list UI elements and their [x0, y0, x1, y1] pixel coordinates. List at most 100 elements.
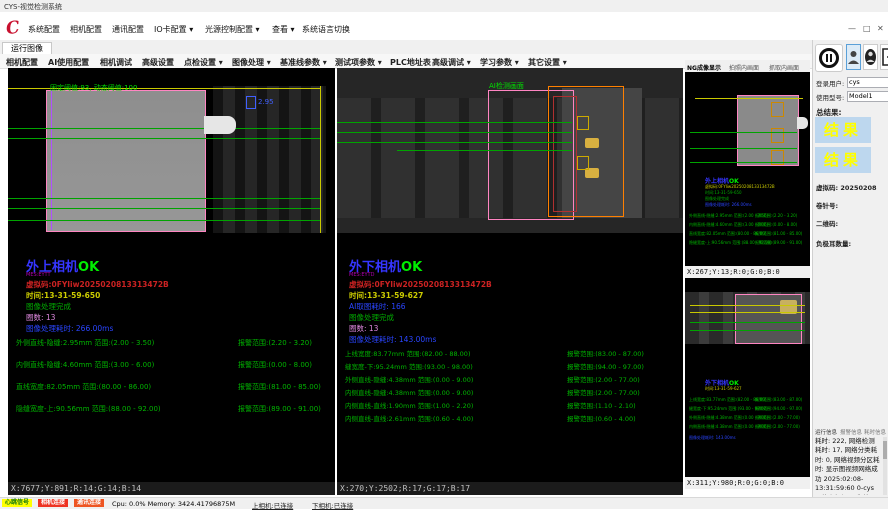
pause-button[interactable]: [815, 44, 843, 72]
alarm-range: 报警范围:(2.00 - 77.00): [567, 387, 640, 397]
info-tab-time[interactable]: 耗时信息: [864, 428, 886, 436]
tool-advanced-set[interactable]: 高级设置: [142, 57, 174, 68]
mini-row: 内侧直线-隐缝:4.38mm 范围:(0.00 - 9.00) 报警范围:(2.…: [689, 425, 809, 429]
ng-image-panel[interactable]: NG成像显示 拍照内画面 抓取内画面 外上相机OK 虚拟码:0FYIiw2025…: [685, 60, 810, 489]
mini-done: 图像处理完成: [705, 197, 729, 201]
connector-blob: [797, 117, 808, 129]
measurement-row: 隐缝宽度-上:90.56mm 范围:(88.00 - 92.00)报警范围:(8…: [16, 404, 331, 414]
measurement-row: 外侧直线-隐缝:2.95mm 范围:(2.00 - 3.50)报警范围:(2.2…: [16, 338, 331, 348]
mini-row: 外侧直线-隐缝:2.95mm 范围:(2.00 - 3.50) 报警范围:(2.…: [689, 214, 809, 218]
tool-other-set[interactable]: 其它设置 ▾: [528, 57, 567, 68]
lower-camera-link[interactable]: 下相机:已连接: [312, 500, 353, 510]
overlay-line: [690, 330, 805, 331]
measure-marker-value: 2.95: [258, 98, 274, 106]
overlay-line: [690, 132, 797, 133]
menu-language-switch[interactable]: 系统语言切换: [302, 24, 350, 35]
scrollbar-thumb[interactable]: [883, 441, 887, 459]
alarm-range: 报警范围:(0.60 - 4.00): [567, 413, 636, 423]
ng-tab-photo[interactable]: 拍照内画面: [729, 63, 759, 72]
overlay-line: [337, 122, 572, 123]
tool-adv-debug[interactable]: 高级调试 ▾: [432, 57, 471, 68]
process-done-text: 图像处理完成: [26, 301, 71, 312]
info-tab-alarm[interactable]: 报警信息: [840, 428, 862, 436]
comm-link-badge: 通讯连接: [74, 499, 104, 507]
overlay-line: [8, 138, 320, 139]
elapsed-text: 图像处理耗时: 266.00ms: [26, 323, 113, 334]
mini-elapsed: 图像处理耗时: 143.00ms: [689, 436, 736, 440]
overlay-line: [51, 90, 52, 230]
mini-row: 缝宽度-下:95.24mm 范围:(93.00 - 98.00) 报警范围:(9…: [689, 407, 809, 411]
overlay-line: [8, 208, 320, 209]
loop-count-text: 圈数: 13: [26, 312, 55, 323]
tool-camera-config[interactable]: 相机配置: [6, 57, 38, 68]
user-select-button[interactable]: [846, 44, 861, 70]
maximize-icon[interactable]: □: [863, 24, 871, 33]
mini-row: 上线宽度:83.77mm 范围:(82.00 - 88.00) 报警范围:(83…: [689, 398, 809, 402]
measure-value: 上线宽度:83.77mm 范围:(82.00 - 88.00): [345, 350, 470, 358]
logout-button[interactable]: [880, 44, 888, 70]
barcode-text: 虚拟码:0FYIiw2025020813313472B: [26, 279, 169, 290]
measure-value: 内侧直线-直线:2.61mm 范围:(0.60 - 4.00): [345, 415, 473, 423]
left-camera-panel[interactable]: 固定阈值:93, 动态阈值:100 2.95 外上相机OK MES:EYTT 虚…: [8, 68, 335, 495]
pixel-coords-readout: X:7677;Y:891;R:14;G:14;B:14: [8, 482, 335, 495]
tool-learn-param[interactable]: 学习参数 ▾: [480, 57, 519, 68]
alarm-range: 报警范围:(1.10 - 2.10): [567, 400, 636, 410]
logout-door-icon: [881, 48, 888, 66]
menu-comm-config[interactable]: 通讯配置: [112, 24, 144, 35]
marker-box-orange: [771, 102, 784, 117]
result-box-1: 结果: [815, 117, 871, 143]
mini-elapsed: 图像处理耗时: 266.00ms: [705, 203, 752, 207]
mini-row: 外侧直线-隐缝:4.38mm 范围:(0.00 - 9.00) 报警范围:(2.…: [689, 416, 809, 420]
runtime-stats-text: 耗时: 222, 网络检测耗时: 17, 网络分类耗时: 0, 网络视频分区耗时…: [815, 437, 880, 495]
alarm-range: 报警范围:(2.00 - 77.00): [567, 374, 640, 384]
menu-system-config[interactable]: 系统配置: [28, 24, 60, 35]
ng-view-bottom[interactable]: 外下相机OK 时间:13-31-59-627 上线宽度:83.77mm 范围:(…: [685, 278, 810, 477]
tool-image-process[interactable]: 图像处理 ▾: [232, 57, 271, 68]
model-value[interactable]: Model1: [847, 91, 888, 102]
mini-row: 直线宽度:82.05mm 范围:(80.00 - 86.00) 报警范围:(81…: [689, 232, 809, 236]
mini-barcode: 虚拟码:0FYIiw2025020813313472B: [705, 185, 775, 189]
menu-view[interactable]: 查看 ▾: [272, 24, 295, 35]
overlay-line: [8, 128, 320, 129]
login-user-value[interactable]: cys: [847, 77, 888, 88]
detected-cell-region: [46, 90, 206, 232]
menu-io-config[interactable]: IO卡配置 ▾: [154, 24, 193, 35]
tab-count-label: 负极耳数量:: [816, 238, 851, 248]
tool-baseline-param[interactable]: 基准线参数 ▾: [280, 57, 327, 68]
stats-scrollbar[interactable]: [883, 437, 887, 495]
overlay-line: [397, 150, 572, 151]
qrcode-label: 二维码:: [816, 218, 838, 228]
upper-camera-link[interactable]: 上相机:已连接: [252, 500, 293, 510]
app-logo-icon: C: [5, 17, 25, 37]
tool-plc-table[interactable]: PLC地址表: [390, 57, 431, 68]
alarm-range: 报警范围:(0.00 - 8.00): [238, 360, 312, 370]
tool-ai-use-config[interactable]: AI使用配置: [48, 57, 89, 68]
pixel-coords-readout: X:270;Y:2502;R:17;G:17;B:17: [337, 482, 683, 495]
overlay-line: [337, 142, 572, 143]
menu-light-config[interactable]: 光源控制配置 ▾: [205, 24, 260, 35]
tool-spotcheck-set[interactable]: 点检设置 ▾: [184, 57, 223, 68]
measure-marker-box: [246, 96, 256, 109]
status-bar: 心跳信号 相机连接 通讯连接 Cpu: 0.0% Memory: 3424.41…: [0, 497, 888, 509]
minimize-icon[interactable]: —: [848, 24, 856, 33]
user-dark-button[interactable]: [863, 44, 878, 70]
overlay-line: [690, 305, 805, 306]
tool-camera-debug[interactable]: 相机调试: [100, 57, 132, 68]
menu-camera-config[interactable]: 相机配置: [70, 24, 102, 35]
overlay-line: [8, 198, 320, 199]
login-user-label: 登录用户:: [816, 78, 844, 88]
mid-camera-panel[interactable]: AI检测画面 外下相机OK MES:EYTD 虚拟码:0FYIiw2025020…: [337, 68, 683, 495]
info-tab-run[interactable]: 运行信息: [815, 428, 837, 436]
overlay-line: [690, 148, 797, 149]
ng-tab-display[interactable]: NG成像显示: [687, 63, 721, 72]
ng-tab-grab[interactable]: 抓取内画面: [769, 63, 799, 72]
heartbeat-badge: 心跳信号: [2, 499, 32, 507]
overlay-line: [8, 220, 320, 221]
ng-view-top[interactable]: 外上相机OK 虚拟码:0FYIiw2025020813313472B 时间:13…: [685, 72, 810, 266]
marker-box-orange: [771, 128, 784, 143]
tool-test-param[interactable]: 测试项参数 ▾: [335, 57, 382, 68]
time-text: 时间:13-31-59-627: [349, 290, 423, 301]
close-icon[interactable]: ✕: [877, 24, 884, 33]
grab-elapsed-text: AI取图耗时: 166: [349, 301, 406, 312]
alarm-range: 报警范围:(83.00 - 87.00): [567, 348, 644, 358]
